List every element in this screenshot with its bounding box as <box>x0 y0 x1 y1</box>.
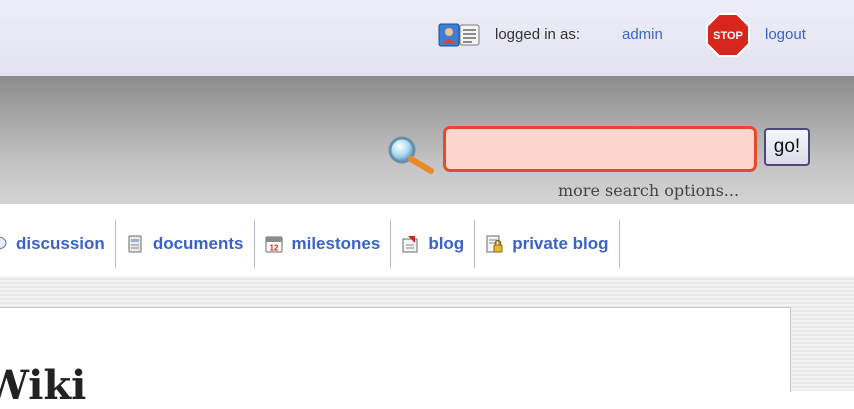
tab-milestones[interactable]: 12 milestones <box>254 220 392 268</box>
search-go-button[interactable]: go! <box>764 128 810 166</box>
tab-documents[interactable]: documents <box>115 220 255 268</box>
page-title: Wiki <box>0 362 87 409</box>
tab-label: blog <box>428 234 465 253</box>
logout-link[interactable]: logout <box>765 26 806 43</box>
current-user-link[interactable]: admin <box>622 26 663 43</box>
magnifier-icon <box>388 136 434 174</box>
tab-label: discussion <box>16 234 105 253</box>
user-bar: logged in as: admin STOP logout <box>0 0 854 76</box>
blog-icon <box>402 236 418 253</box>
stop-icon-label: STOP <box>713 30 743 42</box>
tab-blog[interactable]: blog <box>391 220 476 268</box>
search-input[interactable] <box>443 126 757 172</box>
tab-discussion[interactable]: discussion <box>0 220 116 268</box>
private-blog-icon <box>486 235 503 253</box>
nav-tabbar: discussion documents 12 milestones blog … <box>0 210 854 276</box>
discussion-icon <box>0 236 7 250</box>
content-panel: Wiki <box>0 307 791 406</box>
tab-label: milestones <box>291 234 381 253</box>
logged-in-label: logged in as: <box>495 26 581 43</box>
tab-private-blog[interactable]: private blog <box>475 220 620 268</box>
user-card-icon <box>438 23 480 47</box>
tab-label: documents <box>152 234 244 253</box>
documents-icon <box>128 235 142 253</box>
calendar-icon-day: 12 <box>269 244 278 253</box>
stop-sign-icon[interactable]: STOP <box>706 13 750 57</box>
more-search-options-link[interactable]: more search options... <box>558 181 739 200</box>
calendar-icon: 12 <box>265 236 282 253</box>
tab-label: private blog <box>512 234 609 253</box>
